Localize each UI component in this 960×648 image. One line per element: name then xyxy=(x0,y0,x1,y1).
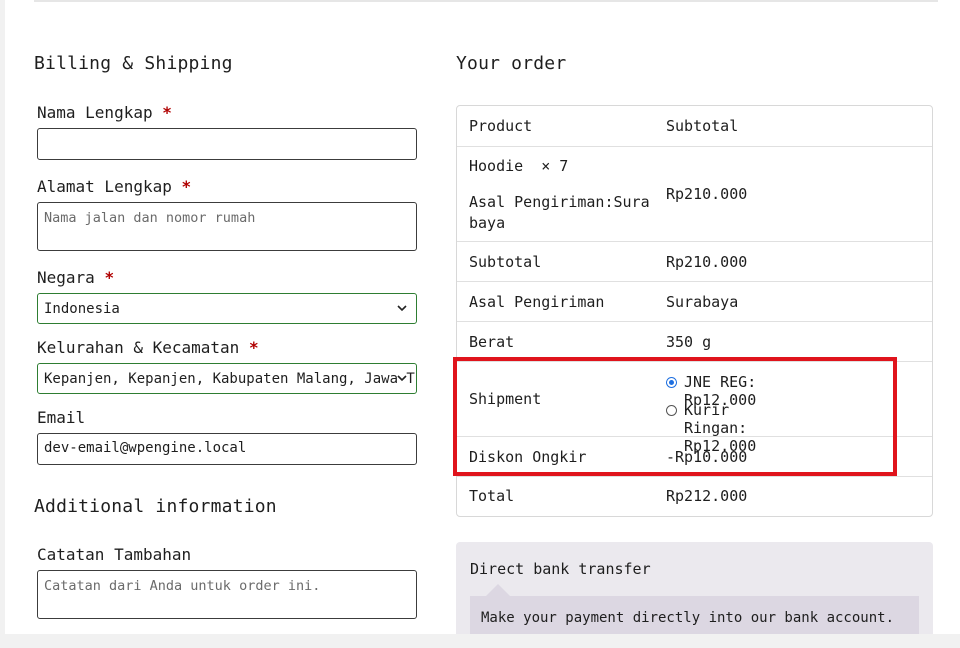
subtotal-row: Subtotal Rp210.000 xyxy=(457,241,932,282)
required-mark: * xyxy=(181,177,192,196)
address-label: Alamat Lengkap * xyxy=(37,177,191,196)
email-value: dev-email@wpengine.local xyxy=(44,440,247,456)
origin-label: Asal Pengiriman xyxy=(469,293,605,311)
country-select[interactable]: Indonesia xyxy=(37,293,417,324)
weight-label: Berat xyxy=(469,333,515,351)
required-mark: * xyxy=(162,103,172,122)
notes-label: Catatan Tambahan xyxy=(37,545,192,564)
order-title: Your order xyxy=(456,53,567,74)
header-product: Product xyxy=(469,117,533,135)
origin-row: Asal Pengiriman Surabaya xyxy=(457,281,932,322)
subtotal-value: Rp210.000 xyxy=(666,253,748,271)
item-price: Rp210.000 xyxy=(666,185,748,203)
chevron-down-icon xyxy=(397,375,407,382)
payment-description-box: Make your payment directly into our bank… xyxy=(470,596,919,634)
chevron-down-icon xyxy=(397,305,407,312)
header-subtotal: Subtotal xyxy=(666,117,739,135)
billing-title: Billing & Shipping xyxy=(34,53,233,74)
email-label: Email xyxy=(37,408,86,427)
payment-description: Make your payment directly into our bank… xyxy=(481,610,895,626)
address-textarea[interactable]: Nama jalan dan nomor rumah xyxy=(37,202,417,251)
total-label: Total xyxy=(469,487,515,505)
total-row: Total Rp212.000 xyxy=(457,476,932,517)
country-label-text: Negara xyxy=(37,268,95,287)
country-label: Negara * xyxy=(37,268,114,287)
notes-textarea[interactable]: Catatan dari Anda untuk order ini. xyxy=(37,570,417,619)
origin-value: Surabaya xyxy=(666,293,739,311)
item-origin-value-1: Sura xyxy=(613,193,650,211)
total-value: Rp212.000 xyxy=(666,487,748,505)
table-row: Hoodie × 7 Asal Pengiriman:Sura baya Rp2… xyxy=(457,146,932,242)
district-label: Kelurahan & Kecamatan * xyxy=(37,338,259,357)
required-mark: * xyxy=(248,338,259,357)
payment-methods: Direct bank transfer Make your payment d… xyxy=(456,542,933,634)
window-bottom-bar xyxy=(0,634,960,648)
district-select[interactable]: Kepanjen, Kepanjen, Kabupaten Malang, Ja… xyxy=(37,363,417,394)
name-label: Nama Lengkap * xyxy=(37,103,172,122)
district-value: Kepanjen, Kepanjen, Kabupaten Malang, Ja… xyxy=(44,371,417,387)
checkout-page: Billing & Shipping Nama Lengkap * Alamat… xyxy=(5,0,960,634)
caret-up-icon xyxy=(486,584,510,596)
additional-title: Additional information xyxy=(34,496,277,517)
weight-value: 350 g xyxy=(666,333,712,351)
item-name: Hoodie × 7 xyxy=(469,157,568,175)
item-origin-value-2: baya xyxy=(469,214,506,232)
top-divider xyxy=(34,0,938,2)
weight-row: Berat 350 g xyxy=(457,321,932,362)
name-input[interactable] xyxy=(37,128,417,160)
item-quantity: × 7 xyxy=(541,157,569,175)
address-placeholder: Nama jalan dan nomor rumah xyxy=(44,210,256,226)
address-label-text: Alamat Lengkap xyxy=(37,177,172,196)
email-input[interactable]: dev-email@wpengine.local xyxy=(37,433,417,465)
country-value: Indonesia xyxy=(44,301,120,317)
required-mark: * xyxy=(104,268,115,287)
payment-method-label[interactable]: Direct bank transfer xyxy=(470,560,651,578)
table-header-row: Product Subtotal xyxy=(457,106,932,146)
name-label-text: Nama Lengkap xyxy=(37,103,153,122)
item-origin-label: Asal Pengiriman: xyxy=(469,193,614,211)
item-name-text: Hoodie xyxy=(469,157,524,175)
subtotal-label: Subtotal xyxy=(469,253,542,271)
notes-placeholder: Catatan dari Anda untuk order ini. xyxy=(44,578,321,594)
district-label-text: Kelurahan & Kecamatan xyxy=(37,338,240,357)
item-origin: Asal Pengiriman:Sura baya xyxy=(469,192,650,234)
highlight-annotation-box xyxy=(453,357,897,476)
